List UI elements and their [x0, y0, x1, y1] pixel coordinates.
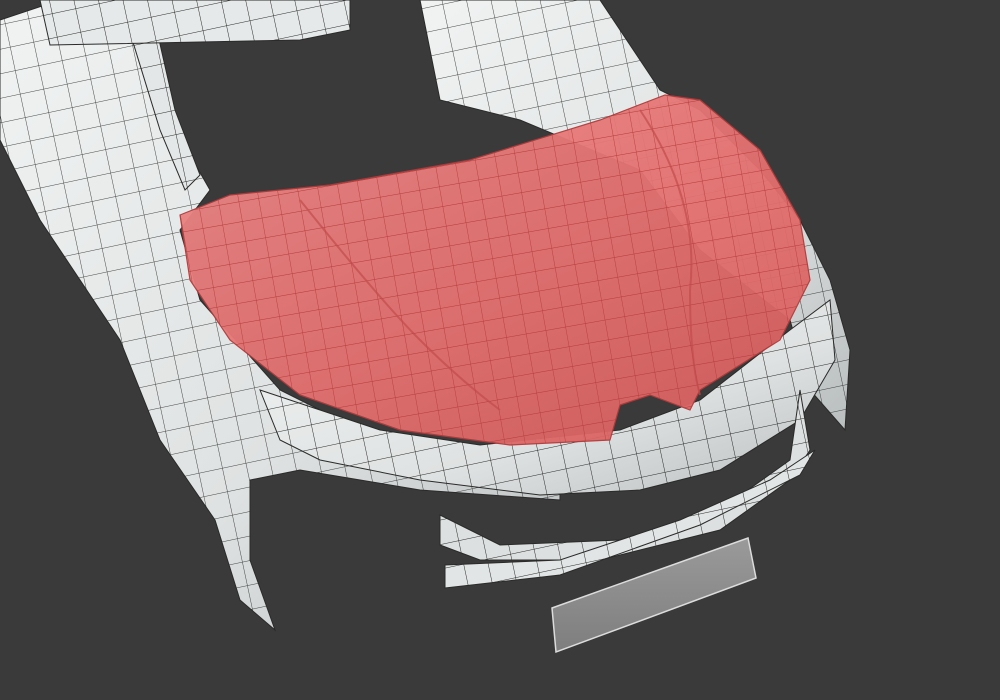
3d-viewport[interactable] — [0, 0, 1000, 700]
roof-mesh[interactable] — [39, 0, 351, 46]
scene-canvas[interactable] — [0, 0, 1000, 700]
